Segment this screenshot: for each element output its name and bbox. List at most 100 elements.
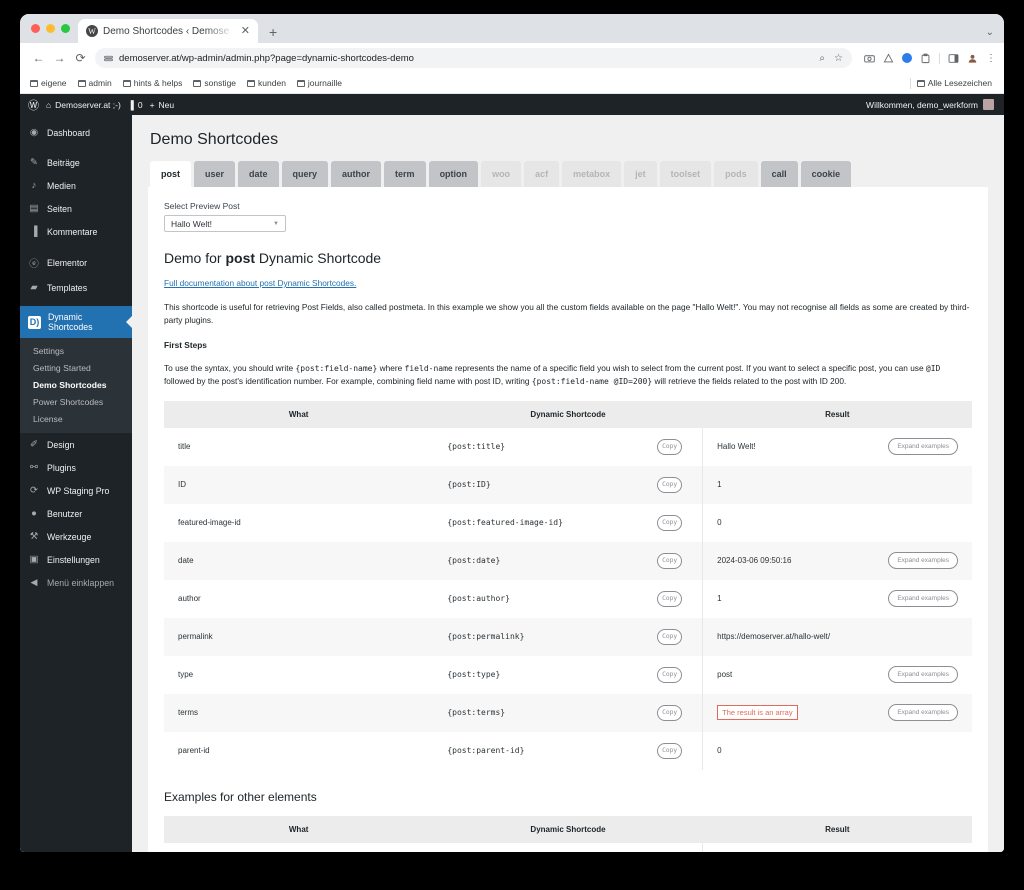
sidebar-item-benutzer[interactable]: ● Benutzer <box>20 502 132 525</box>
close-tab-icon[interactable]: ✕ <box>239 25 252 37</box>
copy-button[interactable]: Copy <box>657 438 683 455</box>
submenu-item-demo-shortcodes[interactable]: Demo Shortcodes <box>20 376 132 393</box>
sidebar-item-beitraege[interactable]: ✎ Beiträge <box>20 151 132 174</box>
translate-extension-icon[interactable] <box>883 53 894 64</box>
back-icon[interactable]: ← <box>28 48 49 69</box>
sidebar-item-werkzeuge[interactable]: ⚒ Werkzeuge <box>20 525 132 548</box>
tab-post[interactable]: post <box>150 161 191 187</box>
table-header-row: What Dynamic Shortcode Result <box>164 815 972 843</box>
sidebar-item-seiten[interactable]: ▤ Seiten <box>20 197 132 220</box>
cell-what: featured-image-id <box>178 518 241 527</box>
site-settings-icon[interactable] <box>104 54 113 63</box>
bookmark-item[interactable]: eigene <box>30 78 67 88</box>
submenu-item-power-shortcodes[interactable]: Power Shortcodes <box>20 393 132 410</box>
copy-button[interactable]: Copy <box>657 628 683 645</box>
tab-term[interactable]: term <box>384 161 426 187</box>
shortcode-text: {post:date} <box>447 556 501 565</box>
sidebar-collapse-button[interactable]: ◀ Menü einklappen <box>20 571 132 594</box>
cell-result: https://demoserver.at/hallo-welt/ <box>702 617 972 656</box>
bookmark-item[interactable]: hints & helps <box>122 78 182 88</box>
site-name-label: Demoserver.at ;-) <box>55 99 121 110</box>
tab-date[interactable]: date <box>238 161 279 187</box>
sidebar-divider <box>20 243 132 250</box>
tab-author[interactable]: author <box>331 161 382 187</box>
zoom-icon[interactable]: ⌕ <box>819 53 825 64</box>
folder-icon <box>30 79 38 87</box>
copy-button[interactable]: Copy <box>657 476 683 493</box>
account-menu[interactable]: Willkommen, demo_werkform <box>866 99 996 110</box>
comments-menu[interactable]: ▐ 0 <box>128 100 150 110</box>
wp-logo-menu[interactable]: Ⓦ <box>28 97 46 113</box>
tab-call[interactable]: call <box>760 161 798 187</box>
column-header-shortcode: Dynamic Shortcode <box>433 815 703 843</box>
sidebar-item-elementor[interactable]: ⓔ Elementor <box>20 250 132 276</box>
bookmark-item[interactable]: journaille <box>296 78 342 88</box>
browser-tab[interactable]: W Demo Shortcodes ‹ Demose ✕ <box>78 19 258 43</box>
comments-icon: ▐ <box>30 226 38 237</box>
clipboard-extension-icon[interactable] <box>920 53 931 64</box>
close-window-button[interactable] <box>31 24 40 33</box>
tab-metabox: metabox <box>562 161 622 187</box>
copy-button[interactable]: Copy <box>657 590 683 607</box>
sidebar-item-label-line1: Dynamic <box>48 312 83 322</box>
documentation-link[interactable]: Full documentation about post Dynamic Sh… <box>164 278 356 288</box>
copy-button[interactable]: Copy <box>657 704 683 721</box>
result-text: post <box>717 670 733 679</box>
new-content-menu[interactable]: + Neu <box>150 100 182 110</box>
bookmark-item[interactable]: kunden <box>247 78 286 88</box>
tab-cookie[interactable]: cookie <box>800 161 852 187</box>
address-bar[interactable]: demoserver.at/wp-admin/admin.php?page=dy… <box>95 48 852 68</box>
tab-user[interactable]: user <box>194 161 236 187</box>
submenu-item-license[interactable]: License <box>20 410 132 427</box>
forward-icon[interactable]: → <box>49 48 70 69</box>
cell-result: Hallo Welt! Expand examples <box>702 842 972 852</box>
expand-examples-button[interactable]: Expand examples <box>888 666 958 683</box>
expand-examples-button[interactable]: Expand examples <box>888 590 958 607</box>
cell-result: 1 <box>702 465 972 504</box>
result-text: 0 <box>717 518 722 527</box>
submenu-item-settings[interactable]: Settings <box>20 342 132 359</box>
sidebar-item-einstellungen[interactable]: ▣ Einstellungen <box>20 548 132 571</box>
bookmark-item[interactable]: sonstige <box>193 78 236 88</box>
sidebar-item-templates[interactable]: ▰ Templates <box>20 276 132 299</box>
expand-examples-button[interactable]: Expand examples <box>888 704 958 721</box>
demo-heading: Demo for post Dynamic Shortcode <box>164 250 972 266</box>
bookmark-star-icon[interactable]: ☆ <box>834 53 843 64</box>
sidebar-item-dashboard[interactable]: ◉ Dashboard <box>20 121 132 144</box>
select-preview-post-dropdown[interactable]: Hallo Welt! ▼ <box>164 215 286 232</box>
side-panel-icon[interactable] <box>948 53 959 64</box>
dashboard-icon: ◉ <box>29 127 39 138</box>
sidebar-item-medien[interactable]: ♪ Medien <box>20 174 132 197</box>
bookmark-label: kunden <box>258 78 286 88</box>
sidebar-item-label-line2: Shortcodes <box>48 322 93 332</box>
bookmark-item[interactable]: admin <box>77 78 112 88</box>
browser-menu-icon[interactable]: ⋮ <box>986 53 996 64</box>
profile-avatar-icon[interactable] <box>967 53 978 64</box>
blue-extension-icon[interactable] <box>902 53 912 63</box>
all-bookmarks-label: Alle Lesezeichen <box>927 78 992 88</box>
sidebar-item-wp-staging-pro[interactable]: ⟳ WP Staging Pro <box>20 479 132 502</box>
copy-button[interactable]: Copy <box>657 514 683 531</box>
copy-button[interactable]: Copy <box>657 552 683 569</box>
tab-option[interactable]: option <box>428 161 479 187</box>
cell-what: title <box>178 442 191 451</box>
minimize-window-button[interactable] <box>46 24 55 33</box>
tab-query[interactable]: query <box>281 161 329 187</box>
examples-heading: Examples for other elements <box>164 789 317 804</box>
expand-examples-button[interactable]: Expand examples <box>888 438 958 455</box>
copy-button[interactable]: Copy <box>657 742 683 759</box>
new-tab-button[interactable]: + <box>269 25 277 39</box>
expand-examples-button[interactable]: Expand examples <box>888 552 958 569</box>
sidebar-item-kommentare[interactable]: ▐ Kommentare <box>20 220 132 243</box>
reload-icon[interactable]: ⟳ <box>70 48 91 69</box>
all-bookmarks-button[interactable]: Alle Lesezeichen <box>916 78 992 88</box>
maximize-window-button[interactable] <box>61 24 70 33</box>
site-name-menu[interactable]: ⌂ Demoserver.at ;-) <box>46 100 128 110</box>
sidebar-item-plugins[interactable]: ⚯ Plugins <box>20 456 132 479</box>
submenu-item-getting-started[interactable]: Getting Started <box>20 359 132 376</box>
sidebar-item-dynamic-shortcodes[interactable]: D) Dynamic Shortcodes <box>20 306 132 338</box>
copy-button[interactable]: Copy <box>657 666 683 683</box>
tabstrip-caret-icon[interactable]: ⌄ <box>986 27 994 38</box>
camera-extension-icon[interactable] <box>864 53 875 64</box>
sidebar-item-design[interactable]: ✐ Design <box>20 433 132 456</box>
